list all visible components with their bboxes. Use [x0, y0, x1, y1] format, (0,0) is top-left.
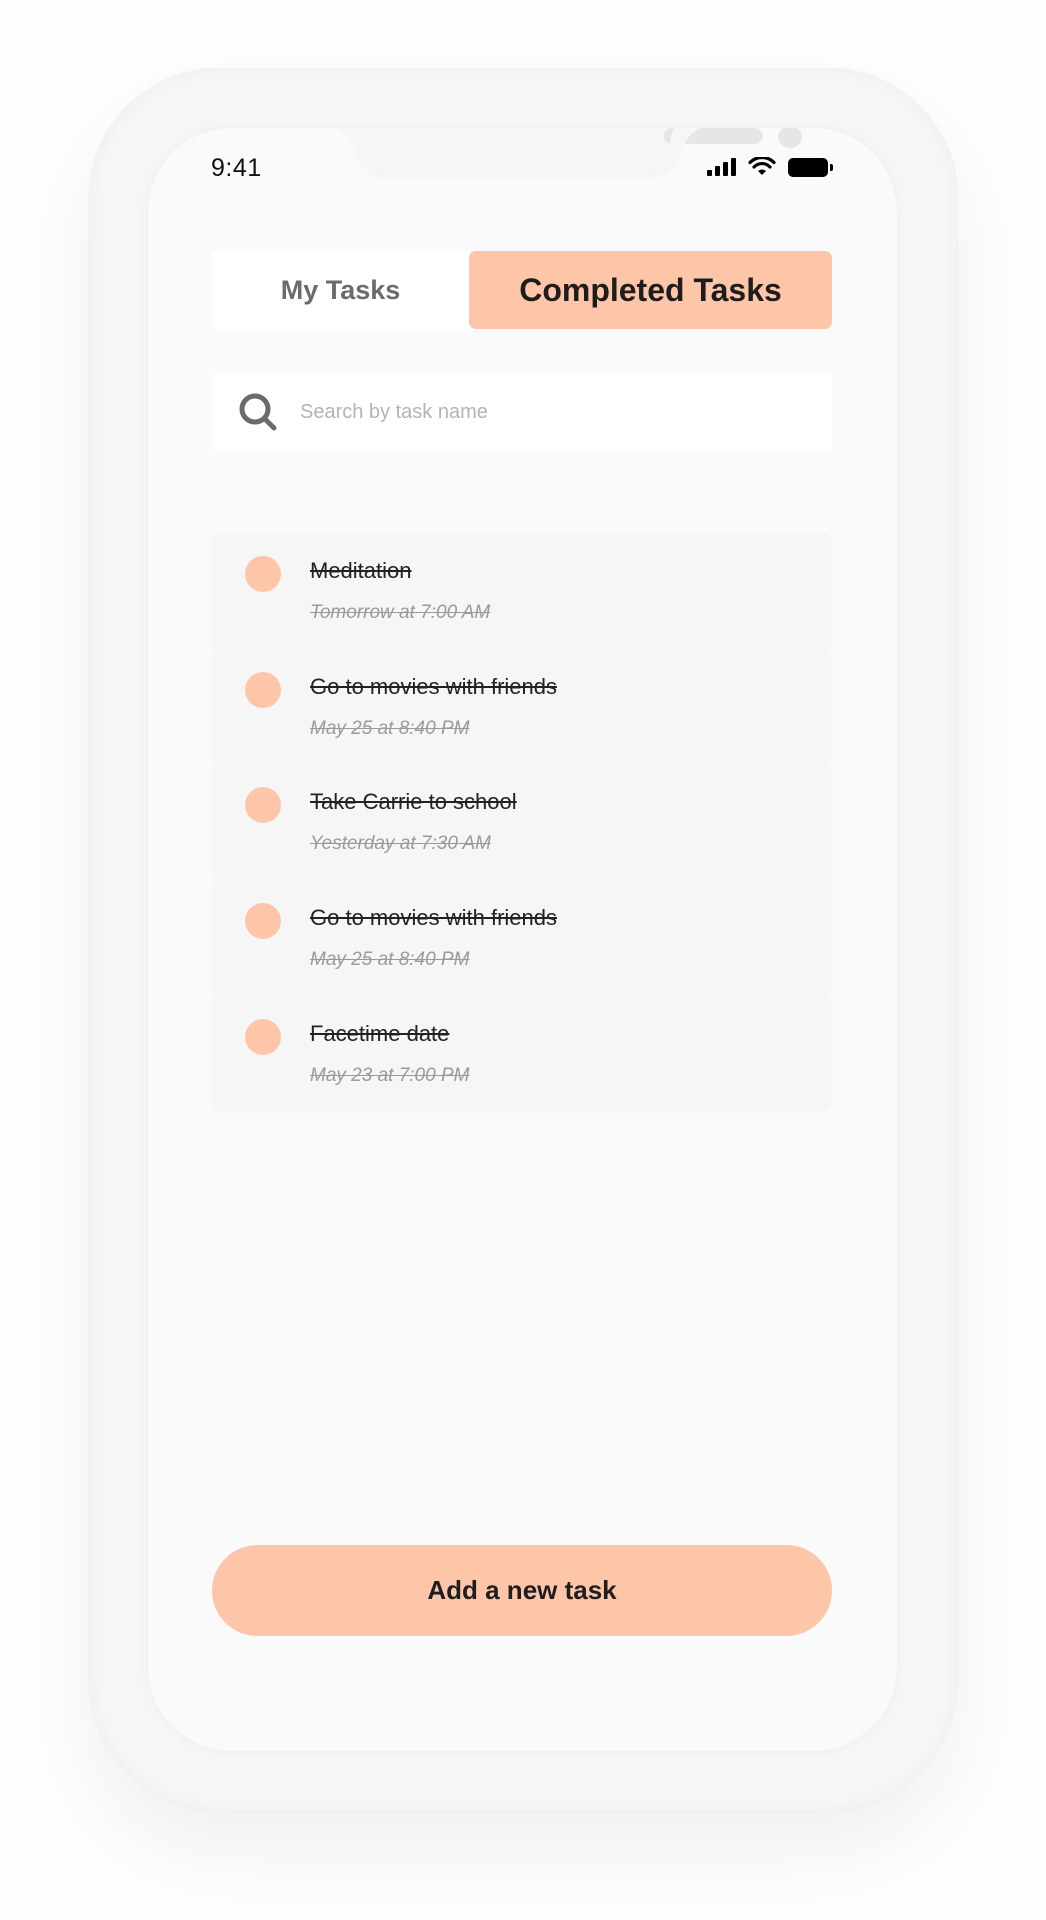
task-list: Meditation Tomorrow at 7:00 AM Go to mov…	[212, 533, 832, 1112]
speaker-grille	[664, 128, 763, 144]
task-item[interactable]: Go to movies with friends May 25 at 8:40…	[212, 648, 832, 765]
task-complete-toggle[interactable]	[245, 671, 281, 708]
task-item[interactable]: Go to movies with friends May 25 at 8:40…	[212, 880, 832, 996]
tab-my-tasks[interactable]: My Tasks	[212, 251, 469, 329]
task-date: May 23 at 7:00 PM	[310, 1064, 470, 1086]
mockup-stage: 9:41 My Tasks Completed Tasks Search by …	[0, 0, 1046, 1920]
search-input[interactable]	[300, 373, 800, 451]
task-title: Meditation	[310, 558, 412, 583]
status-time: 9:41	[211, 154, 262, 182]
cellular-signal-icon	[707, 158, 736, 176]
task-title: Facetime date	[310, 1020, 450, 1046]
task-item[interactable]: Meditation Tomorrow at 7:00 AM	[212, 533, 832, 649]
task-item[interactable]: Facetime date May 23 at 7:00 PM	[212, 995, 832, 1112]
task-date: Yesterday at 7:30 AM	[310, 833, 491, 855]
task-date: Tomorrow at 7:00 AM	[310, 602, 491, 623]
search-bar	[212, 373, 832, 451]
battery-icon	[788, 157, 833, 177]
task-title: Go to movies with friends	[310, 673, 557, 699]
task-date: May 25 at 8:40 PM	[310, 949, 470, 971]
task-complete-toggle[interactable]	[245, 903, 281, 940]
task-date: May 25 at 8:40 PM	[310, 717, 470, 739]
task-complete-toggle[interactable]	[245, 787, 281, 824]
wifi-icon	[748, 157, 776, 175]
front-camera	[778, 128, 802, 148]
task-complete-toggle[interactable]	[245, 556, 281, 592]
notch	[354, 128, 802, 175]
task-item[interactable]: Take Carrie to school Yesterday at 7:30 …	[212, 764, 832, 881]
search-icon	[239, 393, 277, 431]
tab-completed-tasks[interactable]: Completed Tasks	[469, 251, 832, 329]
status-icons	[707, 156, 833, 178]
task-tabs: My Tasks Completed Tasks	[212, 251, 832, 329]
task-complete-toggle[interactable]	[245, 1018, 281, 1055]
task-title: Take Carrie to school	[310, 789, 517, 815]
add-task-button[interactable]: Add a new task	[212, 1545, 832, 1636]
task-title: Go to movies with friends	[310, 905, 557, 931]
phone-screen: 9:41 My Tasks Completed Tasks Search by …	[148, 128, 897, 1751]
